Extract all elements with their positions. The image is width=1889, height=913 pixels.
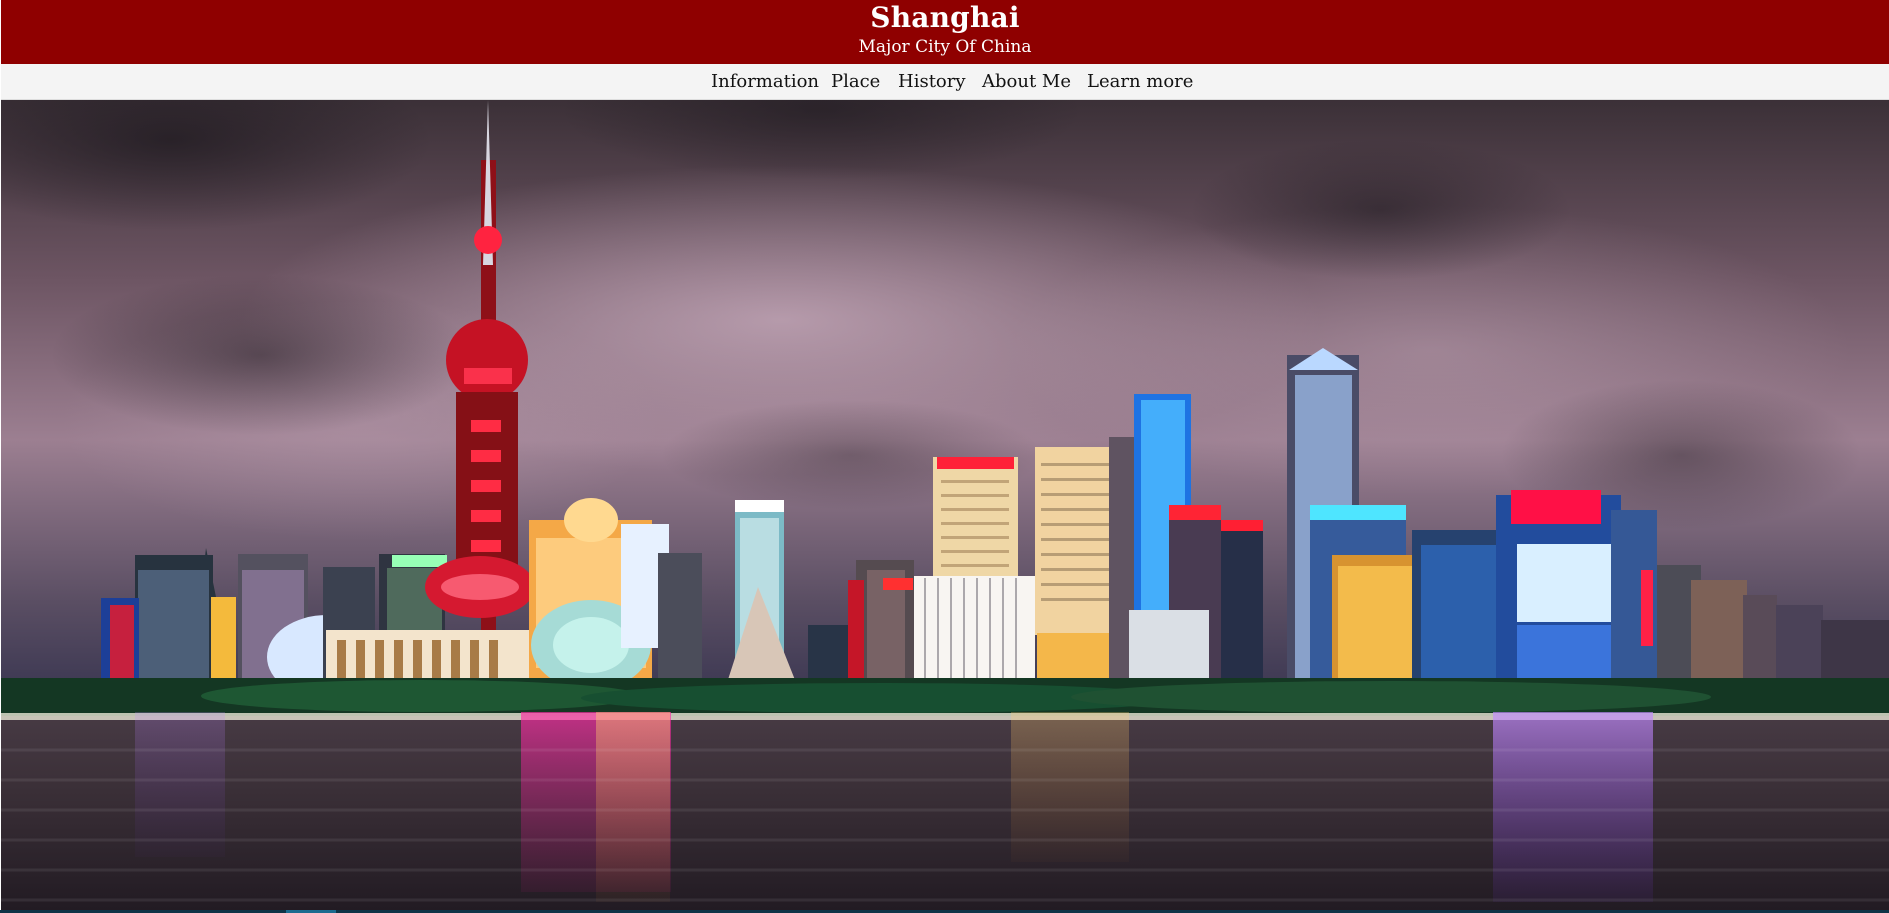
site-header: Shanghai Major City Of China (1, 0, 1889, 64)
page-subtitle: Major City Of China (858, 37, 1032, 57)
nav-link-history[interactable]: History (898, 71, 966, 93)
hero-banner (1, 100, 1889, 910)
page-title: Shanghai (870, 1, 1020, 34)
nav-link-information[interactable]: Information (711, 71, 819, 93)
page: Shanghai Major City Of China Information… (0, 0, 1889, 913)
nav-link-about-me[interactable]: About Me (982, 71, 1071, 93)
main-navigation: Information Place History About Me Learn… (1, 64, 1889, 100)
nav-link-place[interactable]: Place (831, 71, 880, 93)
nav-link-learn-more[interactable]: Learn more (1087, 71, 1193, 93)
city-skyline-image (1, 100, 1889, 910)
